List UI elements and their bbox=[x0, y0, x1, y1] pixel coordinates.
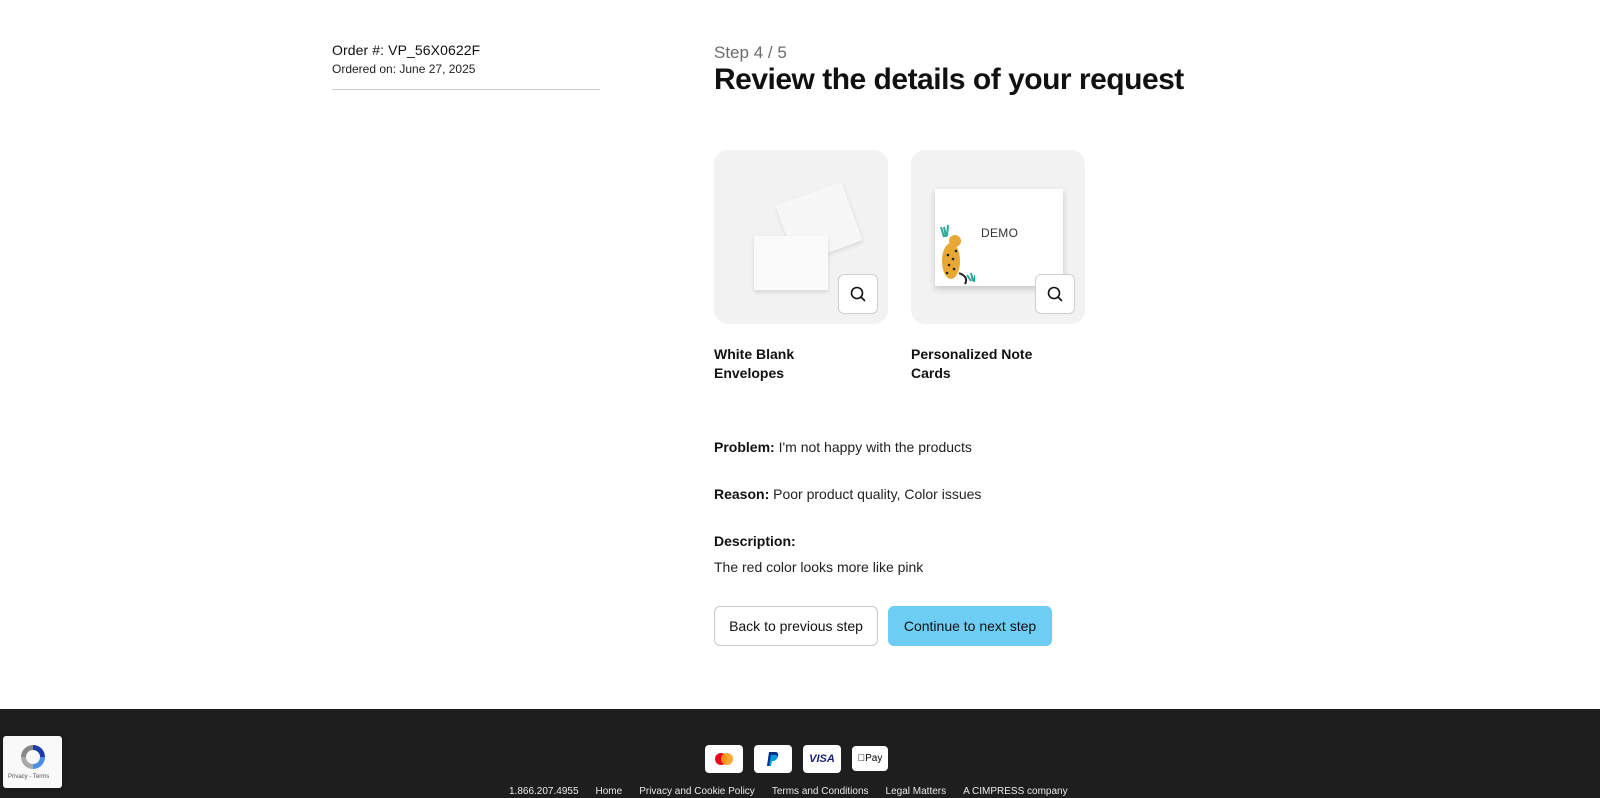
footer-cimpress[interactable]: A CIMPRESS company bbox=[963, 786, 1067, 797]
description-value: The red color looks more like pink bbox=[714, 559, 924, 575]
order-date: Ordered on: June 27, 2025 bbox=[332, 62, 476, 76]
visa-icon: VISA bbox=[803, 745, 841, 773]
main-content: Step 4 / 5 Review the details of your re… bbox=[714, 43, 1314, 646]
footer-link-terms[interactable]: Terms and Conditions bbox=[772, 786, 869, 797]
footer: VISA Pay 1.866.207.4955 Home Privacy an… bbox=[0, 709, 1600, 798]
product-name: Personalized Note Cards bbox=[911, 346, 1033, 381]
recaptcha-icon bbox=[21, 745, 45, 769]
cheetah-illustration-icon bbox=[940, 224, 975, 285]
description-row: Description: The red color looks more li… bbox=[714, 533, 1314, 575]
footer-link-privacy[interactable]: Privacy and Cookie Policy bbox=[639, 786, 755, 797]
product-card-note-cards: DEMO Personalized Note Cards bbox=[911, 150, 1085, 383]
product-list: White Blank Envelopes DEMO Personalized … bbox=[714, 150, 1314, 383]
reason-row: Reason: Poor product quality, Color issu… bbox=[714, 486, 1314, 502]
zoom-button-note-cards[interactable] bbox=[1035, 274, 1075, 314]
visa-text: VISA bbox=[809, 753, 835, 765]
magnifier-icon bbox=[1047, 286, 1063, 302]
order-summary: Order #: VP_56X0622F Ordered on: June 27… bbox=[332, 42, 600, 90]
envelope-front-image bbox=[754, 236, 828, 290]
footer-phone[interactable]: 1.866.207.4955 bbox=[509, 786, 579, 797]
mastercard-icon bbox=[705, 745, 743, 773]
product-card-envelopes: White Blank Envelopes bbox=[714, 150, 888, 383]
magnifier-icon bbox=[850, 286, 866, 302]
reason-label: Reason: bbox=[714, 486, 770, 502]
request-details: Problem: I'm not happy with the products… bbox=[714, 439, 1314, 575]
product-thumbnail-note-cards: DEMO bbox=[911, 150, 1085, 324]
problem-label: Problem: bbox=[714, 439, 775, 455]
paypal-icon bbox=[754, 745, 792, 773]
product-thumbnail-envelopes bbox=[714, 150, 888, 324]
back-button[interactable]: Back to previous step bbox=[714, 606, 878, 646]
page-title: Review the details of your request bbox=[714, 63, 1184, 96]
zoom-button-envelopes[interactable] bbox=[838, 274, 878, 314]
order-number: Order #: VP_56X0622F bbox=[332, 42, 481, 58]
product-name: White Blank Envelopes bbox=[714, 346, 795, 381]
recaptcha-badge[interactable]: Privacy - Terms bbox=[3, 736, 62, 788]
note-card-image: DEMO bbox=[935, 189, 1063, 286]
footer-link-home[interactable]: Home bbox=[596, 786, 623, 797]
description-label: Description: bbox=[714, 533, 796, 549]
footer-links: 1.866.207.4955 Home Privacy and Cookie P… bbox=[509, 786, 1068, 797]
footer-link-legal[interactable]: Legal Matters bbox=[886, 786, 947, 797]
recaptcha-privacy-terms[interactable]: Privacy - Terms bbox=[8, 774, 49, 780]
payment-methods: VISA Pay bbox=[705, 745, 888, 773]
continue-button[interactable]: Continue to next step bbox=[888, 606, 1052, 646]
apple-pay-icon: Pay bbox=[852, 746, 888, 771]
apple-pay-text: Pay bbox=[861, 753, 882, 764]
card-demo-text: DEMO bbox=[981, 226, 1019, 240]
reason-value: Poor product quality, Color issues bbox=[773, 486, 982, 502]
problem-row: Problem: I'm not happy with the products bbox=[714, 439, 1314, 455]
navigation-buttons: Back to previous step Continue to next s… bbox=[714, 606, 1314, 646]
problem-value: I'm not happy with the products bbox=[778, 439, 972, 455]
step-indicator: Step 4 / 5 bbox=[714, 43, 787, 62]
